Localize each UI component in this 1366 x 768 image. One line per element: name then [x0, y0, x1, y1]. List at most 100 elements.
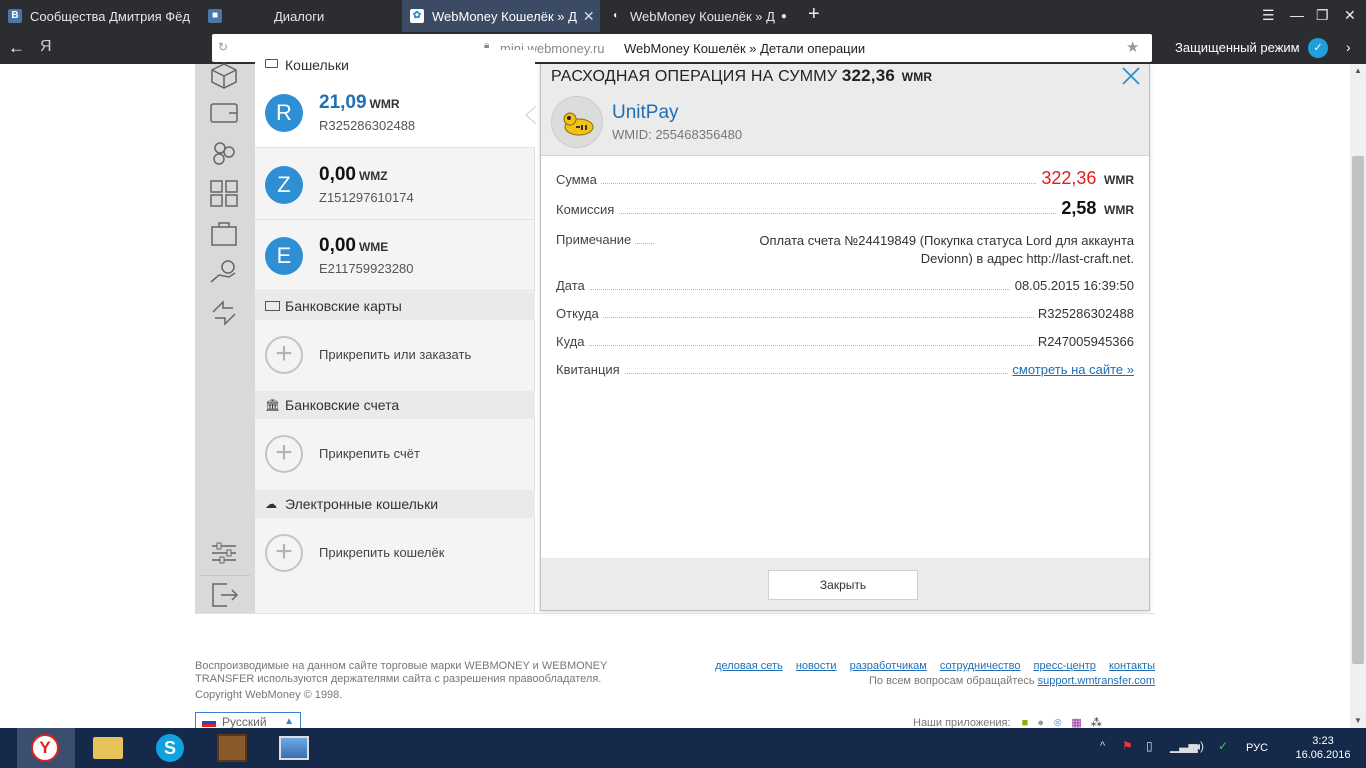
tray-antivirus-icon[interactable]: ⚑ [1122, 739, 1133, 753]
downloads-arrow-icon[interactable]: › [1346, 39, 1351, 55]
bookmark-star-icon[interactable]: ★ [1126, 38, 1139, 56]
logout-icon[interactable] [207, 580, 241, 610]
detail-row-to: Куда R247005945366 [556, 334, 1134, 349]
wallet-e-badge: E [265, 237, 303, 275]
footer-link-developers[interactable]: разработчикам [850, 660, 927, 672]
taskbar-skype[interactable]: S [141, 728, 199, 768]
taskbar-yandex-browser[interactable]: Y [17, 728, 75, 768]
tray-volume-icon[interactable]: ◂) [1194, 739, 1204, 753]
detail-row-sum: Сумма 322,36 WMR [556, 168, 1134, 189]
skype-icon: S [156, 734, 184, 762]
wallet-row-wmz[interactable]: Z 0,00 WMZ Z151297610174 [255, 150, 535, 220]
detail-row-fee: Комиссия 2,58 WMR [556, 198, 1134, 219]
yandex-browser-icon: Y [31, 734, 59, 762]
wallets-column: Кошельки R 21,09 WMR R325286302488 Z 0,00… [255, 50, 535, 614]
wallet-amount: 0,00 WMZ [319, 164, 388, 185]
close-icon[interactable] [1120, 65, 1142, 87]
vk-icon: B [8, 9, 22, 23]
tab-webmoney-active[interactable]: ✿ WebMoney Кошелёк » Д ✕ [402, 0, 600, 32]
attach-card-row[interactable]: + Прикрепить или заказать [255, 320, 535, 390]
browser-tab-bar: B Сообщества Дмитрия Фёд ■ Диалоги ✿ Web… [0, 0, 1366, 32]
wallet-row-wme[interactable]: E 0,00 WME E211759923280 [255, 221, 535, 291]
minimize-icon[interactable]: — [1290, 7, 1304, 23]
folder-icon [93, 737, 123, 759]
reload-icon[interactable]: ↻ [218, 40, 228, 54]
wallet-z-badge: Z [265, 166, 303, 204]
wallet-icon[interactable] [207, 98, 241, 128]
sidebar-divider [200, 575, 250, 576]
tab-dialogs[interactable]: ■ Диалоги [208, 0, 398, 32]
plus-icon: + [265, 435, 303, 473]
close-button[interactable]: Закрыть [768, 570, 918, 600]
tab-webmoney[interactable]: ◖ WebMoney Кошелёк » Д ● [604, 0, 800, 32]
footer-legal: Воспроизводимые на данном сайте торговые… [195, 660, 608, 701]
services-grid-icon[interactable] [207, 178, 241, 208]
footer-link-business[interactable]: деловая сеть [715, 660, 783, 672]
contacts-icon[interactable] [207, 138, 241, 168]
exchange-arrows-icon[interactable] [207, 298, 241, 328]
taskbar-clock[interactable]: 3:23 16.06.2016 [1280, 734, 1366, 762]
footer-link-contacts[interactable]: контакты [1109, 660, 1155, 672]
settings-sliders-icon[interactable] [207, 538, 241, 568]
wallet-number: E211759923280 [319, 261, 414, 276]
scrollbar-thumb[interactable] [1352, 156, 1364, 664]
chat-icon: ■ [208, 9, 222, 23]
webmoney-icon: ✿ [410, 9, 424, 23]
wallet-amount: 21,09 WMR [319, 92, 400, 113]
attach-e-wallet-row[interactable]: + Прикрепить кошелёк [255, 518, 535, 588]
wallet-number: R325286302488 [319, 118, 416, 133]
shopping-bag-icon[interactable] [207, 218, 241, 248]
secure-mode-icon[interactable]: ✓ [1308, 38, 1328, 58]
operation-title: РАСХОДНАЯ ОПЕРАЦИЯ НА СУММУ 322,36 WMR [551, 66, 933, 85]
webmoney-icon: ◖ [611, 10, 619, 21]
footer-link-press[interactable]: пресс-центр [1034, 660, 1096, 672]
attach-account-row[interactable]: + Прикрепить счёт [255, 419, 535, 489]
unsaved-dot-icon: ● [780, 10, 787, 22]
bank-building-icon: 🏛︎ [265, 398, 281, 412]
back-arrow-icon[interactable]: ← [8, 38, 25, 58]
russia-flag-icon [202, 718, 216, 727]
counterparty-name[interactable]: UnitPay [612, 102, 679, 124]
tray-chevron-icon[interactable]: ^ [1100, 740, 1105, 752]
fee-value: 2,58 [1061, 198, 1097, 218]
detail-row-from: Откуда R325286302488 [556, 306, 1134, 321]
support-link[interactable]: support.wmtransfer.com [1038, 675, 1155, 687]
address-title: WebMoney Кошелёк » Детали операции [624, 41, 866, 56]
wallets-header: Кошельки [255, 50, 535, 78]
hand-coin-icon[interactable] [207, 258, 241, 288]
wallet-row-wmr[interactable]: R 21,09 WMR R325286302488 [255, 78, 535, 148]
yandex-logo[interactable]: Я [40, 38, 52, 56]
windows-taskbar: Y S ^ ⚑ ▯ ▁▃▅ ◂) ✓ [0, 728, 1366, 768]
wallet-r-badge: R [265, 94, 303, 132]
plus-icon: + [265, 534, 303, 572]
bank-cards-header: Банковские карты [255, 292, 535, 320]
taskbar-photos[interactable] [265, 728, 323, 768]
footer-link-cooperation[interactable]: сотрудничество [940, 660, 1021, 672]
tray-sync-icon[interactable]: ✓ [1218, 739, 1228, 753]
close-tab-icon[interactable]: ✕ [583, 8, 595, 25]
close-window-icon[interactable]: ✕ [1344, 7, 1356, 24]
receipt-link[interactable]: смотреть на сайте » [1008, 362, 1134, 377]
wallet-number: Z151297610174 [319, 190, 414, 205]
crafting-table-icon [217, 734, 247, 762]
scroll-down-icon[interactable]: ▼ [1354, 716, 1362, 725]
tab-vk-communities[interactable]: B Сообщества Дмитрия Фёд [8, 0, 198, 32]
taskbar-minecraft[interactable] [203, 728, 261, 768]
bee-logo-icon [563, 112, 594, 136]
scroll-up-icon[interactable]: ▲ [1354, 66, 1362, 75]
operation-header: РАСХОДНАЯ ОПЕРАЦИЯ НА СУММУ 322,36 WMR U… [541, 64, 1149, 156]
cube-icon[interactable] [207, 60, 241, 90]
new-tab-button[interactable]: + [808, 3, 820, 26]
footer-link-news[interactable]: новости [796, 660, 837, 672]
counterparty-avatar [551, 96, 603, 148]
keyboard-language[interactable]: РУС [1246, 742, 1268, 754]
restore-icon[interactable]: ❐ [1316, 7, 1329, 24]
taskbar-explorer[interactable] [79, 728, 137, 768]
footer-links: деловая сеть новости разработчикам сотру… [715, 660, 1155, 687]
plus-icon: + [265, 336, 303, 374]
menu-icon[interactable]: ☰ [1262, 7, 1275, 24]
operation-details-panel: РАСХОДНАЯ ОПЕРАЦИЯ НА СУММУ 322,36 WMR U… [540, 64, 1150, 611]
tray-battery-icon[interactable]: ▯ [1146, 739, 1153, 753]
content-divider [195, 613, 1155, 614]
detail-row-note: Примечание Оплата счета №24419849 (Покуп… [556, 232, 1134, 268]
